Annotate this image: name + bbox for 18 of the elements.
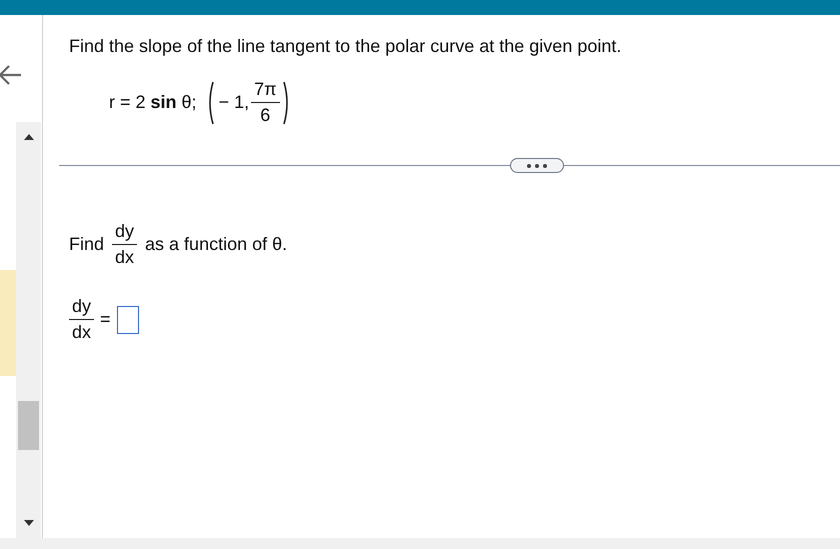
prompt-text: Find — [69, 234, 104, 255]
prompt-text: as a function of θ. — [145, 234, 288, 255]
scrollbar[interactable] — [16, 122, 41, 538]
expand-button[interactable] — [510, 158, 564, 173]
angle-fraction: 7π 6 — [251, 79, 280, 126]
scroll-down-icon[interactable] — [24, 520, 34, 526]
equals-sign: = — [100, 309, 111, 330]
question-text: Find the slope of the line tangent to the polar curve at the given point. — [69, 35, 622, 58]
derivative-fraction: dy dx — [69, 296, 94, 343]
derivative-fraction: dy dx — [112, 221, 138, 268]
back-arrow-icon[interactable] — [0, 64, 22, 86]
scroll-up-icon[interactable] — [24, 134, 34, 140]
right-parenthesis-icon — [282, 80, 291, 124]
more-icon — [526, 162, 548, 168]
curve-equation: r = 2 sin θ; — [109, 92, 197, 113]
point-coordinate: − 1, — [218, 92, 250, 113]
answer-field[interactable] — [116, 306, 139, 334]
scrollbar-thumb[interactable] — [18, 401, 39, 450]
